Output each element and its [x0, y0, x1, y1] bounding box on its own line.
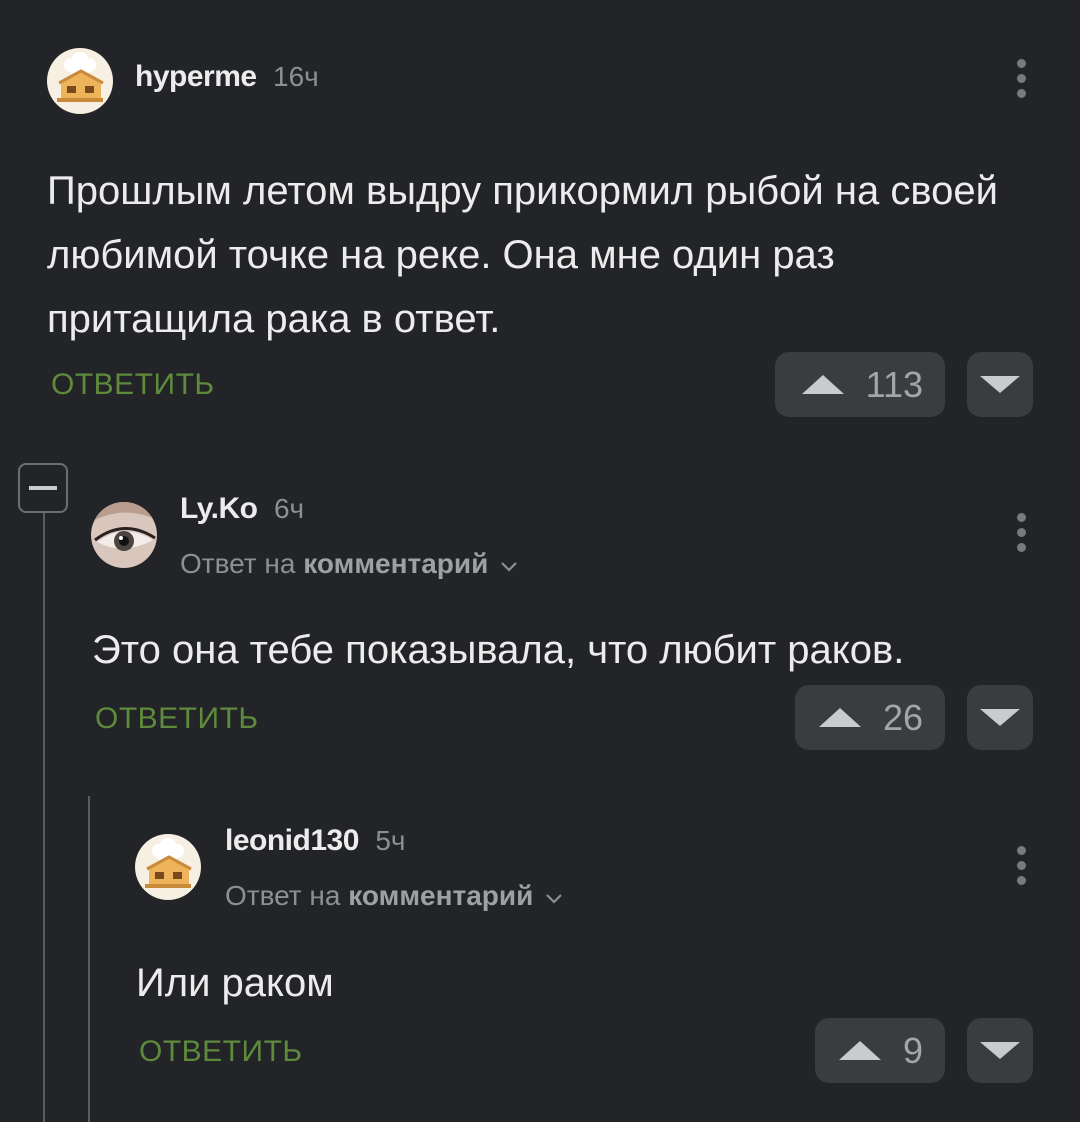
chevron-down-icon — [501, 562, 517, 572]
downvote-button[interactable] — [967, 685, 1033, 750]
upvote-arrow-icon — [801, 375, 844, 394]
more-options-icon[interactable] — [1017, 846, 1026, 885]
username[interactable]: Ly.Ko — [180, 492, 258, 525]
reply-to-link[interactable]: Ответ на комментарий — [225, 880, 563, 912]
upvote-arrow-icon — [818, 708, 861, 727]
reply-to-target[interactable]: комментарий — [303, 548, 488, 579]
downvote-arrow-icon — [980, 376, 1020, 393]
reply-button[interactable]: ОТВЕТИТЬ — [139, 1035, 303, 1069]
minus-icon — [29, 486, 57, 490]
avatar[interactable] — [47, 48, 113, 114]
comment-text: Или раком — [136, 961, 334, 1005]
comment-header: hyperme 16ч — [135, 60, 319, 94]
comment-text: Прошлым летом выдру прикормил рыбой на с… — [47, 169, 998, 341]
upvote-button[interactable]: 113 — [775, 352, 945, 417]
reply-button[interactable]: ОТВЕТИТЬ — [51, 368, 215, 402]
comment-text: Это она тебе показывала, что любит раков… — [92, 628, 905, 672]
upvote-arrow-icon — [838, 1041, 881, 1060]
avatar[interactable] — [91, 502, 157, 568]
vote-count: 26 — [882, 696, 923, 738]
collapse-thread-button[interactable] — [18, 463, 68, 513]
timestamp: 6ч — [273, 493, 305, 524]
reply-to-target[interactable]: комментарий — [348, 880, 533, 911]
thread-line[interactable] — [88, 796, 90, 1122]
username[interactable]: leonid130 — [225, 824, 359, 857]
chevron-down-icon — [546, 894, 562, 904]
reply-button[interactable]: ОТВЕТИТЬ — [95, 702, 259, 736]
upvote-button[interactable]: 26 — [795, 685, 945, 750]
downvote-arrow-icon — [980, 1042, 1020, 1059]
reply-to-label: Ответ на — [225, 880, 341, 911]
downvote-arrow-icon — [980, 709, 1020, 726]
comment-header: Ly.Ko 6ч — [180, 492, 304, 526]
reply-to-link[interactable]: Ответ на комментарий — [180, 548, 518, 580]
chef-house-icon — [57, 52, 104, 102]
avatar[interactable] — [135, 834, 201, 900]
downvote-button[interactable] — [967, 352, 1033, 417]
vote-count: 113 — [865, 363, 923, 405]
eye-photo-avatar — [91, 502, 157, 568]
more-options-icon[interactable] — [1017, 513, 1026, 552]
timestamp: 16ч — [273, 61, 319, 92]
upvote-button[interactable]: 9 — [815, 1018, 945, 1083]
thread-line[interactable] — [43, 513, 45, 1122]
reply-to-label: Ответ на — [180, 548, 296, 579]
vote-count: 9 — [902, 1029, 923, 1071]
downvote-button[interactable] — [967, 1018, 1033, 1083]
chef-house-icon — [145, 838, 192, 888]
timestamp: 5ч — [375, 825, 406, 856]
comment-header: leonid130 5ч — [225, 824, 406, 858]
username[interactable]: hyperme — [135, 60, 257, 93]
more-options-icon[interactable] — [1017, 59, 1026, 98]
